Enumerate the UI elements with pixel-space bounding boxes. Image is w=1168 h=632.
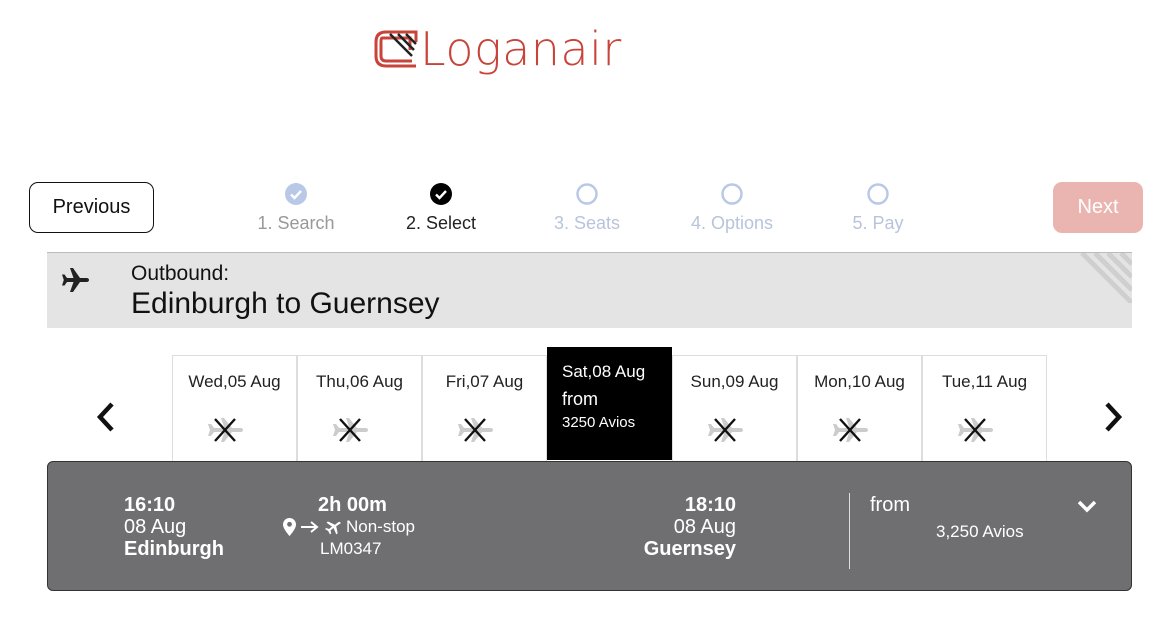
price-divider (849, 493, 850, 569)
outbound-header: Outbound: Edinburgh to Guernsey (47, 253, 1132, 328)
day-from-label: from (562, 389, 598, 409)
loganair-logo-text: Loganair (420, 22, 622, 76)
loganair-logo-mark-icon (374, 30, 418, 68)
no-flights-icon (833, 418, 868, 442)
no-flights-icon (208, 418, 243, 442)
flight-price: 3,250 Avios (936, 522, 1024, 541)
no-flights-icon (958, 418, 993, 442)
step-seats: 3. Seats (527, 183, 647, 234)
day-date: Thu,06 Aug (316, 372, 403, 391)
check-circle-icon (285, 183, 307, 205)
day-date: Fri,07 Aug (445, 372, 524, 391)
stops-info: Non-stop (283, 516, 415, 538)
step-select: 2. Select (381, 183, 501, 234)
day-tab[interactable]: Fri,07 Aug (422, 355, 547, 462)
day-date: Mon,10 Aug (814, 372, 905, 391)
next-dates-arrow-icon[interactable] (1100, 401, 1126, 433)
step-label: 4. Options (690, 213, 774, 233)
departure-city: Edinburgh (124, 538, 224, 560)
departure-block: 16:10 08 Aug Edinburgh (124, 494, 224, 560)
day-price: 3250 Avios (562, 414, 636, 431)
plane-departure-icon (325, 521, 341, 535)
step-label: 1. Search (257, 213, 335, 233)
day-tab[interactable]: Thu,06 Aug (297, 355, 422, 462)
step-pay: 5. Pay (818, 183, 938, 234)
day-tab[interactable]: Tue,11 Aug (922, 355, 1047, 462)
day-date: Sat,08 Aug (562, 362, 646, 381)
previous-dates-arrow-icon[interactable] (93, 401, 119, 433)
location-pin-icon (283, 518, 296, 536)
decorative-stripes (1080, 253, 1132, 303)
empty-circle-icon (721, 183, 743, 205)
check-circle-icon (430, 183, 452, 205)
day-date: Sun,09 Aug (690, 372, 779, 391)
flight-duration: 2h 00m (318, 494, 387, 516)
arrival-date: 08 Aug (673, 516, 736, 538)
empty-circle-icon (867, 183, 889, 205)
step-label: 5. Pay (852, 213, 904, 233)
price-from-label: from (870, 494, 910, 516)
no-flights-icon (333, 418, 368, 442)
day-date: Tue,11 Aug (941, 372, 1028, 391)
arrival-block: 18:10 08 Aug Guernsey (644, 494, 736, 560)
day-tab[interactable]: Sun,09 Aug (672, 355, 797, 462)
step-options: 4. Options (672, 183, 792, 234)
departure-time: 16:10 (124, 494, 176, 516)
stops-label: Non-stop (346, 517, 415, 536)
step-label: 3. Seats (553, 213, 621, 233)
no-flights-icon (458, 418, 493, 442)
day-tab[interactable]: Wed,05 Aug (172, 355, 297, 462)
flight-result-card[interactable]: 16:10 08 Aug Edinburgh 2h 00m Non-stop L… (47, 461, 1132, 591)
chevron-down-icon[interactable] (1076, 499, 1098, 513)
outbound-route: Edinburgh to Guernsey (131, 287, 440, 320)
flight-number: LM0347 (320, 539, 382, 558)
loganair-logo: Loganair (372, 22, 622, 76)
day-tab-selected[interactable]: Sat,08 Aug from 3250 Avios (547, 347, 672, 460)
arrival-time: 18:10 (684, 494, 736, 516)
departure-date: 08 Aug (124, 516, 187, 538)
arrival-city: Guernsey (643, 538, 736, 560)
plane-icon (62, 268, 89, 292)
arrow-right-icon (301, 521, 319, 533)
outbound-label: Outbound: (131, 262, 230, 285)
day-tab[interactable]: Mon,10 Aug (797, 355, 922, 462)
day-date: Wed,05 Aug (188, 372, 281, 391)
no-flights-icon (708, 418, 743, 442)
step-search[interactable]: 1. Search (236, 183, 356, 234)
booking-progress-steps: 1. Search 2. Select 3. Seats 4. Options … (0, 183, 1168, 243)
empty-circle-icon (576, 183, 598, 205)
step-label: 2. Select (405, 213, 477, 233)
